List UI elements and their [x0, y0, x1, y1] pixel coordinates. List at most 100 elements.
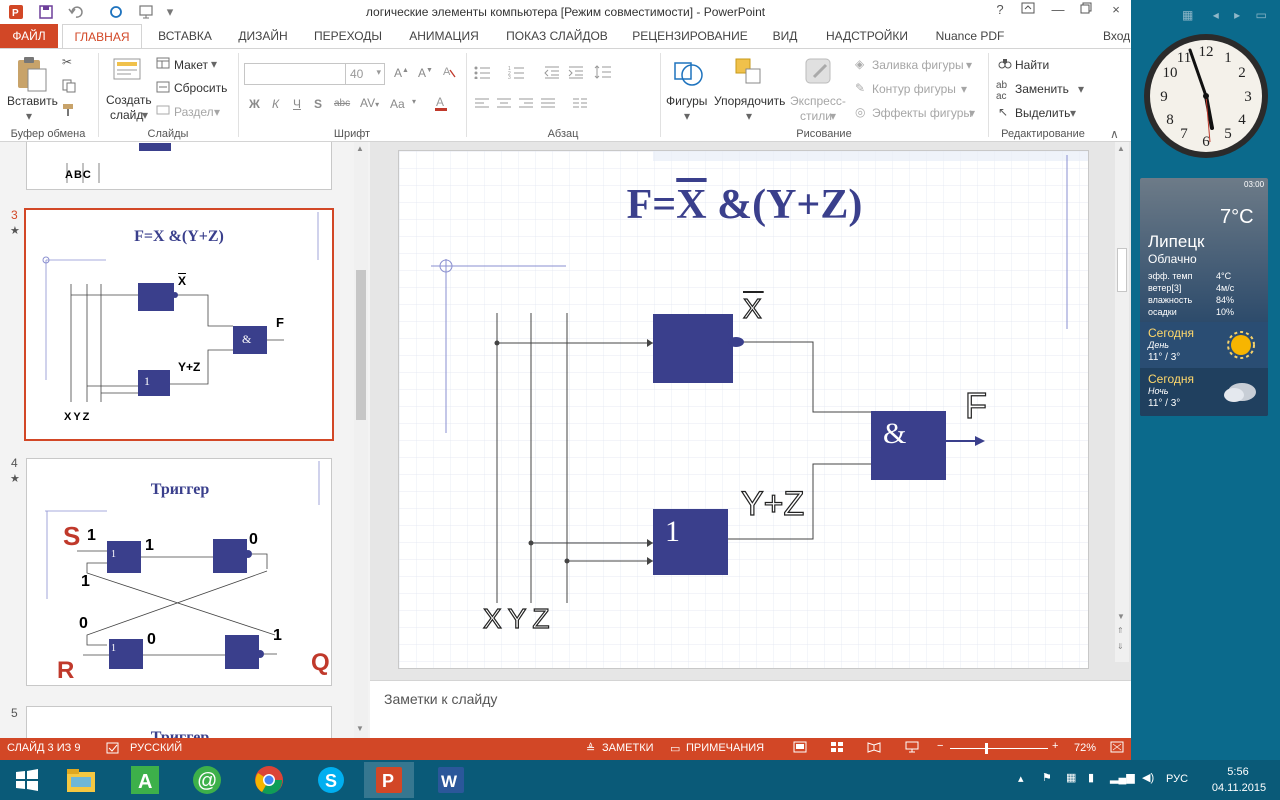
new-slide-button[interactable]: Создать — [106, 93, 152, 107]
layout-dropdown-icon[interactable]: ▾ — [211, 57, 217, 71]
skype-taskbar-icon[interactable]: S — [306, 762, 356, 798]
tab-animations[interactable]: АНИМАЦИЯ — [398, 24, 490, 48]
slide-thumbnail-2[interactable]: ABC — [26, 142, 332, 190]
clear-formatting-icon[interactable]: A — [442, 64, 456, 81]
slide-thumbnail-4[interactable]: Триггер S 1 1 0 1 0 0 1 R Q 1 1 — [26, 458, 332, 686]
tab-addins[interactable]: НАДСТРОЙКИ — [816, 24, 918, 48]
quick-styles-button-line2[interactable]: стили — [800, 109, 832, 123]
justify-icon[interactable] — [540, 97, 556, 112]
scroll-down-icon[interactable]: ▼ — [1117, 612, 1125, 621]
tab-slide-show[interactable]: ПОКАЗ СЛАЙДОВ — [498, 24, 616, 48]
not-output-label[interactable]: X — [742, 292, 764, 325]
normal-view-icon[interactable] — [793, 741, 807, 756]
copy-icon[interactable] — [62, 79, 76, 96]
increase-font-size-icon[interactable]: A▲ — [394, 66, 409, 80]
start-button[interactable] — [2, 762, 52, 798]
editor-scrollbar-thumb[interactable] — [1117, 248, 1127, 292]
select-button[interactable]: Выделить — [1015, 106, 1070, 120]
yz-label[interactable]: Y+Z — [740, 484, 805, 524]
select-dropdown-icon[interactable]: ▾ — [1070, 106, 1076, 120]
tab-home[interactable]: ГЛАВНАЯ — [62, 24, 142, 48]
replace-button[interactable]: Заменить — [1015, 82, 1069, 96]
find-icon[interactable] — [998, 57, 1012, 74]
slide-title[interactable]: F=X &(Y+Z) — [399, 181, 1088, 229]
and-gate-symbol[interactable]: & — [883, 417, 906, 451]
next-slide-icon[interactable]: ⇓ — [1117, 642, 1124, 651]
comments-icon[interactable]: ▭ — [670, 742, 680, 755]
shape-fill-icon[interactable]: ◈ — [855, 57, 864, 71]
editor-scrollbar[interactable]: ▲ ▼ ⇑ ⇓ — [1115, 142, 1129, 662]
scroll-up-icon[interactable]: ▲ — [1117, 144, 1125, 153]
section-icon[interactable] — [156, 104, 170, 119]
shape-outline-button[interactable]: Контур фигуры — [872, 82, 956, 96]
word-taskbar-icon[interactable]: W — [426, 762, 476, 798]
zoom-slider-thumb[interactable] — [985, 743, 988, 754]
tab-review[interactable]: РЕЦЕНЗИРОВАНИЕ — [626, 24, 754, 48]
strikethrough-button[interactable]: abc — [334, 98, 350, 109]
close-button[interactable]: × — [1104, 2, 1128, 22]
slide-thumbnail-3[interactable]: F=X &(Y+Z) X F & 1 Y+Z XYZ — [24, 208, 334, 441]
shapes-button[interactable]: Фигуры — [666, 94, 707, 108]
align-center-icon[interactable] — [496, 97, 512, 112]
zoom-in-button[interactable]: + — [1052, 740, 1058, 752]
notes-pane[interactable]: Заметки к слайду — [370, 680, 1131, 738]
tab-file[interactable]: ФАЙЛ — [0, 24, 58, 48]
character-spacing-icon[interactable]: AV▾ — [360, 96, 379, 110]
shape-fill-dropdown-icon[interactable]: ▾ — [966, 58, 972, 72]
notes-toggle-button[interactable]: ЗАМЕТКИ — [602, 742, 654, 754]
cut-icon[interactable]: ✂ — [62, 55, 72, 69]
tab-transitions[interactable]: ПЕРЕХОДЫ — [306, 24, 390, 48]
format-painter-icon[interactable] — [62, 103, 76, 120]
arrange-button[interactable]: Упорядочить — [714, 94, 785, 108]
gadget-add-icon[interactable]: ▭ — [1255, 8, 1266, 22]
or-gate-symbol[interactable]: 1 — [665, 515, 680, 549]
slide-thumbnail-5[interactable]: Триггер — [26, 706, 332, 738]
weather-gadget[interactable]: 03:00 7°C Липецк Облачно эфф. темп ветер… — [1140, 178, 1268, 416]
inputs-label[interactable]: XYZ — [482, 602, 555, 635]
tray-expand-icon[interactable]: ▴ — [1018, 772, 1024, 785]
slideshow-icon[interactable] — [905, 741, 919, 756]
clock-time[interactable]: 5:56 — [1208, 766, 1268, 778]
align-left-icon[interactable] — [474, 97, 490, 112]
decrease-indent-icon[interactable] — [544, 65, 560, 82]
shapes-dropdown-icon[interactable]: ▾ — [684, 109, 690, 123]
change-case-button[interactable]: Aa — [390, 97, 405, 111]
action-center-icon[interactable]: ⚑ — [1042, 771, 1052, 784]
new-slide-dropdown-icon[interactable]: ▾ — [142, 108, 148, 122]
comments-button[interactable]: ПРИМЕЧАНИЯ — [686, 742, 764, 754]
thumbnails-scrollbar-thumb[interactable] — [356, 270, 366, 420]
collapse-ribbon-icon[interactable]: ∧ — [1110, 127, 1119, 141]
new-slide-button-line2[interactable]: слайд — [110, 108, 143, 122]
font-color-icon[interactable]: A — [434, 95, 448, 114]
tab-view[interactable]: ВИД — [762, 24, 808, 48]
previous-slide-icon[interactable]: ⇑ — [1117, 626, 1124, 635]
increase-indent-icon[interactable] — [568, 65, 584, 82]
scroll-down-icon[interactable]: ▼ — [356, 724, 364, 733]
section-dropdown-icon[interactable]: ▾ — [214, 105, 220, 119]
quick-styles-button[interactable]: Экспресс- — [790, 94, 846, 108]
mail-agent-taskbar-icon[interactable]: @ — [182, 762, 232, 798]
paste-button[interactable]: Вставить — [7, 94, 58, 108]
reading-view-icon[interactable] — [867, 741, 881, 756]
quick-styles-dropdown-icon[interactable]: ▾ — [830, 109, 836, 123]
new-slide-icon[interactable] — [112, 55, 142, 90]
language-indicator[interactable]: РУССКИЙ — [130, 742, 182, 754]
replace-dropdown-icon[interactable]: ▾ — [1078, 82, 1084, 96]
bullets-icon[interactable] — [474, 65, 496, 82]
quick-styles-icon[interactable] — [804, 57, 836, 92]
shape-outline-icon[interactable]: ✎ — [855, 81, 865, 95]
paste-dropdown-icon[interactable]: ▾ — [26, 109, 32, 123]
reset-icon[interactable] — [156, 81, 170, 96]
section-button[interactable]: Раздел — [174, 105, 214, 119]
minimize-button[interactable]: — — [1046, 2, 1070, 22]
arrange-icon[interactable] — [734, 55, 764, 92]
zoom-out-button[interactable]: − — [937, 740, 943, 752]
arrange-dropdown-icon[interactable]: ▾ — [746, 109, 752, 123]
change-case-dropdown-icon[interactable]: ▾ — [412, 97, 416, 106]
chrome-taskbar-icon[interactable] — [244, 762, 294, 798]
shape-outline-dropdown-icon[interactable]: ▾ — [961, 82, 967, 96]
replace-icon[interactable]: ab ac — [996, 80, 1007, 102]
line-spacing-icon[interactable] — [594, 65, 612, 82]
shape-effects-dropdown-icon[interactable]: ▾ — [969, 106, 975, 120]
select-icon[interactable]: ↖ — [998, 105, 1008, 119]
